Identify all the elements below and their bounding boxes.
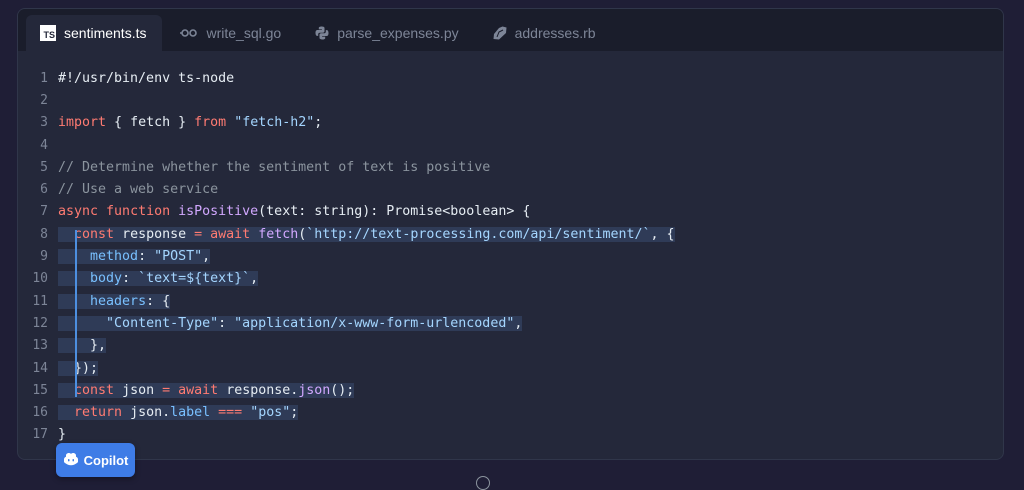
line-number: 3 [40,115,48,131]
line-number: 12 [32,315,48,331]
tab-write-sql-go[interactable]: write_sql.go [164,15,297,51]
tab-label: sentiments.ts [64,25,147,41]
copilot-icon [63,452,79,469]
tab-label: addresses.rb [514,25,596,41]
code-line-suggested: 12 "Content-Type": "application/x-www-fo… [18,312,1003,334]
copilot-label: Copilot [83,452,129,468]
code-text: import { fetch } from "fetch-h2"; [58,115,323,131]
line-number: 11 [32,293,48,309]
code-text: async function isPositive(text: string):… [58,204,531,220]
tab-label: write_sql.go [206,25,282,41]
code-line-suggested: 9 method: "POST", [18,245,1003,267]
line-number: 6 [40,182,48,198]
code-text: }); [58,360,99,376]
copilot-button[interactable]: Copilot [56,443,135,477]
code-line: 17} [18,424,1003,446]
code-line: 7 async function isPositive(text: string)… [18,201,1003,223]
line-number: 15 [32,382,48,398]
go-icon [180,28,198,38]
line-number: 1 [40,70,48,86]
tab-addresses-rb[interactable]: addresses.rb [477,15,612,51]
python-icon [315,26,329,40]
code-text: #!/usr/bin/env ts-node [58,70,235,86]
line-number: 13 [32,338,48,354]
tab-sentiments-ts[interactable]: TS sentiments.ts [26,15,163,51]
line-number: 4 [40,137,48,153]
code-text: body: `text=${text}`, [58,271,259,287]
code-block: 1 #!/usr/bin/env ts-node 2 3 import { fetc… [18,67,1003,446]
code-text: "Content-Type": "application/x-www-form-… [58,315,523,331]
code-line-suggested: 8 const response = await fetch(`http://t… [18,223,1003,245]
ruby-icon [493,26,507,40]
line-number: 2 [40,92,48,108]
line-number: 16 [32,405,48,421]
code-panel: TS sentiments.ts write_sql.go parse_expe… [17,8,1004,460]
code-line: 4 [18,134,1003,156]
code-text: } [58,427,67,443]
code-line: 2 [18,89,1003,111]
line-number: 17 [32,427,48,443]
code-line: 5 // Determine whether the sentiment of t… [18,156,1003,178]
line-number: 14 [32,360,48,376]
code-line-suggested: 16 return json.label === "pos"; [18,401,1003,423]
code-text: const response = await fetch(`http://tex… [58,226,675,242]
code-line: 1 #!/usr/bin/env ts-node [18,67,1003,89]
code-comment: // Use a web service [58,182,219,198]
code-text: return json.label === "pos"; [58,405,299,421]
code-line-suggested: 11 headers: { [18,290,1003,312]
line-number: 10 [32,271,48,287]
code-text: method: "POST", [58,249,211,265]
line-number: 8 [40,226,48,242]
tab-parse-expenses-py[interactable]: parse_expenses.py [299,15,474,51]
code-line-suggested: 15 const json = await response.json(); [18,379,1003,401]
circle-icon [476,476,490,490]
line-number: 5 [40,159,48,175]
code-text: const json = await response.json(); [58,382,355,398]
line-number: 9 [40,249,48,265]
file-tabs: TS sentiments.ts write_sql.go parse_expe… [18,9,1003,51]
typescript-icon: TS [40,25,56,41]
suggestion-guide [75,230,77,397]
code-line: 6 // Use a web service [18,178,1003,200]
code-line-suggested: 10 body: `text=${text}`, [18,268,1003,290]
code-line-suggested: 14 }); [18,357,1003,379]
code-line-suggested: 13 }, [18,335,1003,357]
tab-label: parse_expenses.py [337,25,459,41]
code-comment: // Determine whether the sentiment of te… [58,159,491,175]
line-number: 7 [40,204,48,220]
code-text: }, [58,338,107,354]
code-line: 3 import { fetch } from "fetch-h2"; [18,112,1003,134]
